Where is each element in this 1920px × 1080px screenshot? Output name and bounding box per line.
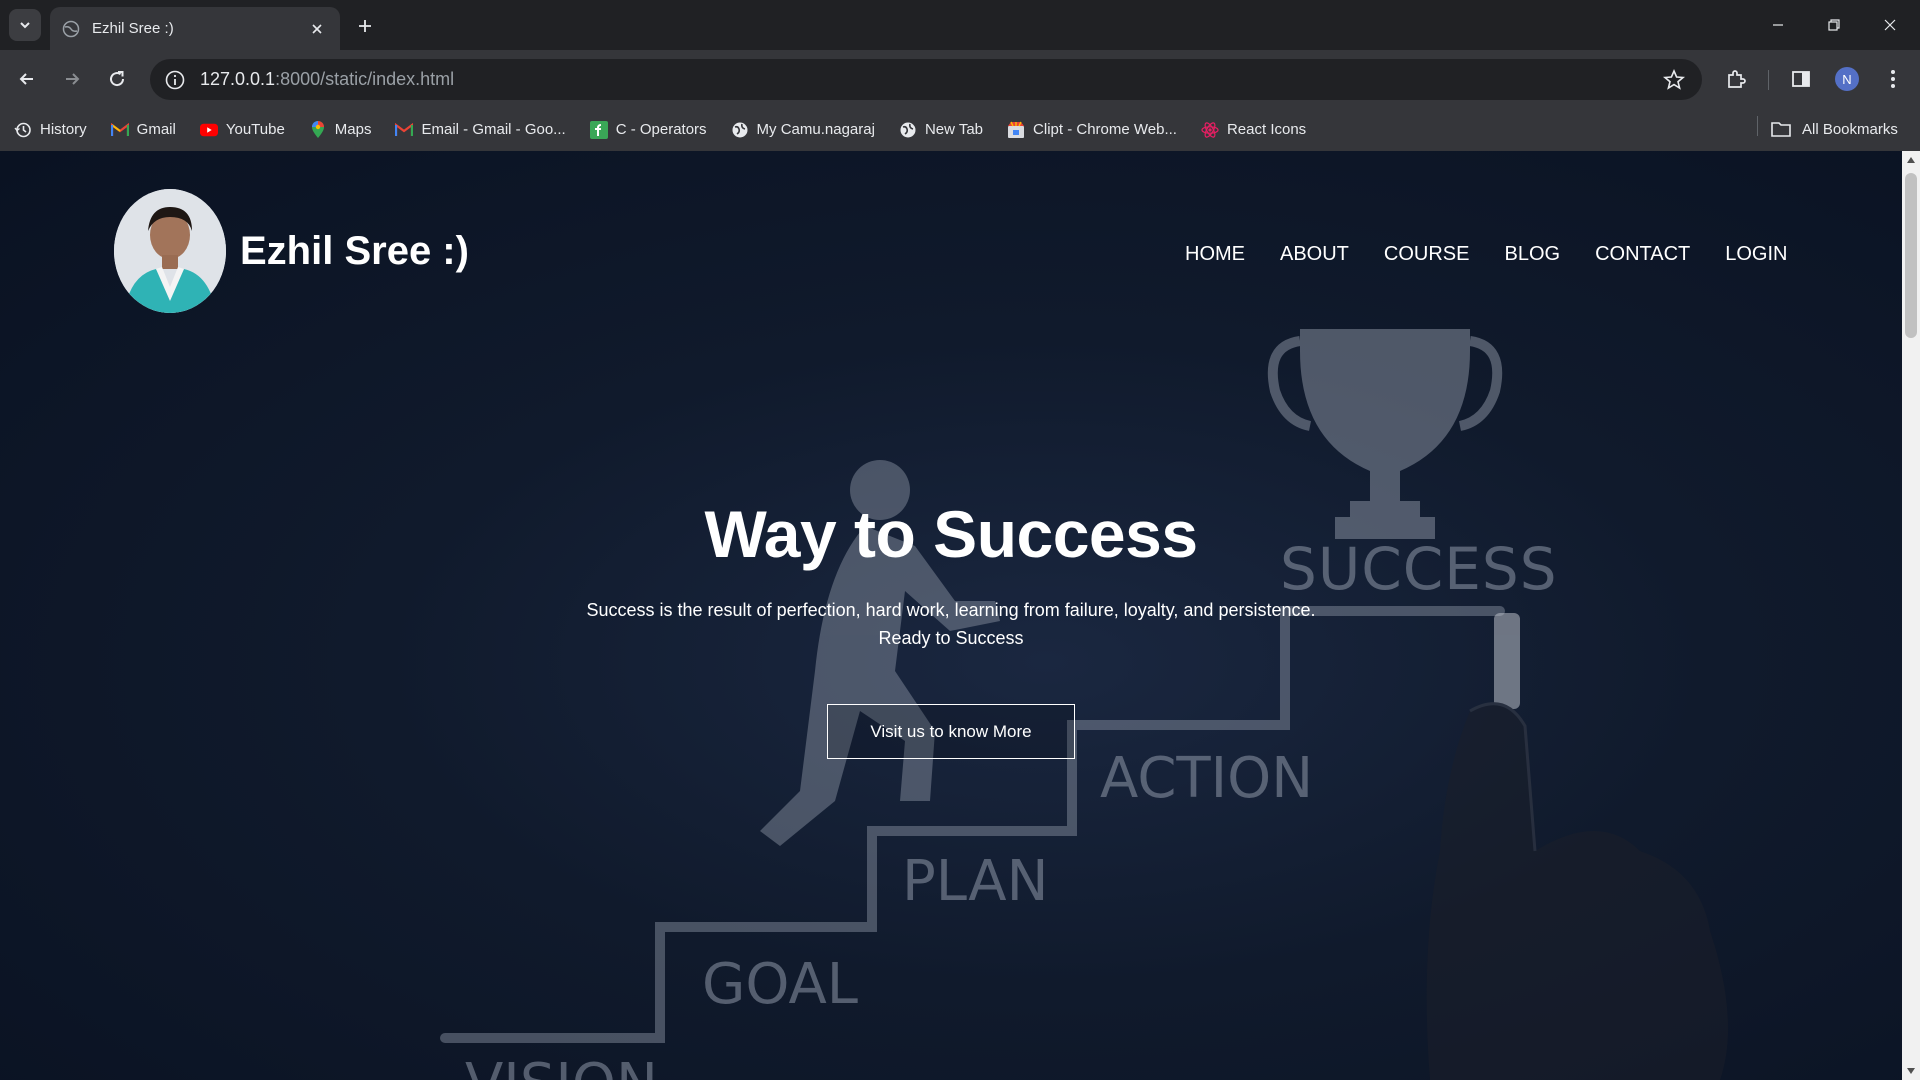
brand-logo-avatar <box>114 189 226 313</box>
operators-icon <box>589 120 608 139</box>
back-button[interactable] <box>10 62 44 96</box>
maps-icon <box>309 120 327 139</box>
url-text: 127.0.0.1:8000/static/index.html <box>200 69 454 90</box>
bookmark-label: Gmail <box>136 121 176 138</box>
tab-search-button[interactable] <box>9 9 41 41</box>
bookmark-react-icons[interactable]: React Icons <box>1191 115 1316 145</box>
bookmark-new-tab[interactable]: New Tab <box>889 115 993 145</box>
hero-description-line-2: Ready to Success <box>878 628 1024 648</box>
close-window-button[interactable] <box>1870 8 1910 42</box>
browser-toolbar: 127.0.0.1:8000/static/index.html N <box>0 50 1920 108</box>
globe-icon <box>62 20 80 38</box>
scroll-up-arrow-icon[interactable] <box>1907 157 1915 163</box>
chalk-word-plan: PLAN <box>902 849 1048 914</box>
visit-more-button[interactable]: Visit us to know More <box>827 704 1075 759</box>
all-bookmarks-button[interactable]: All Bookmarks <box>1770 114 1898 144</box>
url-path: :8000/static/index.html <box>275 69 455 89</box>
minimize-icon <box>1773 24 1783 26</box>
site-brand[interactable]: Ezhil Sree :) <box>114 189 469 313</box>
scroll-down-arrow-icon[interactable] <box>1907 1068 1915 1074</box>
nav-link-blog[interactable]: BLOG <box>1504 243 1560 266</box>
bookmark-history[interactable]: History <box>4 115 97 145</box>
bookmark-label: C - Operators <box>615 121 707 138</box>
hero-description-line-1: Success is the result of perfection, har… <box>586 600 1316 620</box>
chalk-word-vision: VISION <box>465 1052 658 1080</box>
reload-icon <box>110 71 125 87</box>
bookmarks-bar: History Gmail YouTube Maps Email - Gmail… <box>0 108 1920 151</box>
bookmark-label: New Tab <box>924 121 984 138</box>
bookmark-c-operators[interactable]: C - Operators <box>580 115 717 145</box>
arrow-right-icon <box>66 73 80 85</box>
browser-tab[interactable]: Ezhil Sree :) <box>50 7 340 50</box>
tab-title: Ezhil Sree :) <box>92 20 174 37</box>
forward-button[interactable] <box>55 62 89 96</box>
bookmark-label: Clipt - Chrome Web... <box>1033 121 1177 138</box>
folder-icon <box>1770 120 1792 138</box>
main-navigation: HOME ABOUT COURSE BLOG CONTACT LOGIN <box>1185 243 1823 266</box>
globe-icon <box>899 121 917 139</box>
youtube-icon <box>199 121 218 139</box>
nav-link-home[interactable]: HOME <box>1185 243 1245 266</box>
new-tab-button[interactable] <box>350 11 380 41</box>
bookmarks-divider <box>1757 116 1758 136</box>
restore-icon <box>1828 19 1840 31</box>
gmail-icon <box>110 121 129 139</box>
browser-menu-button[interactable] <box>1876 62 1910 96</box>
reload-button[interactable] <box>100 62 134 96</box>
bookmark-label: My Camu.nagaraj <box>756 121 875 138</box>
history-icon <box>14 121 32 139</box>
nav-link-about[interactable]: ABOUT <box>1280 243 1349 266</box>
bookmark-youtube[interactable]: YouTube <box>190 115 295 145</box>
profile-avatar: N <box>1835 67 1859 91</box>
bookmark-label: History <box>40 121 87 138</box>
bookmark-label: YouTube <box>225 121 285 138</box>
arrow-left-icon <box>19 73 33 85</box>
bookmark-label: React Icons <box>1226 121 1307 138</box>
toolbar-divider <box>1768 70 1769 90</box>
hero-description: Success is the result of perfection, har… <box>0 596 1902 652</box>
close-icon[interactable] <box>306 18 328 40</box>
plus-icon <box>359 20 371 32</box>
profile-button[interactable]: N <box>1830 62 1864 96</box>
page-scrollbar[interactable] <box>1902 151 1920 1080</box>
kebab-menu-icon <box>1891 70 1895 88</box>
bookmark-gmail[interactable]: Gmail <box>101 115 186 145</box>
bookmark-email-gmail[interactable]: Email - Gmail - Goo... <box>385 115 575 145</box>
close-icon <box>1884 19 1896 31</box>
all-bookmarks-label: All Bookmarks <box>1802 120 1898 138</box>
react-icon <box>1201 121 1219 139</box>
globe-icon <box>731 121 749 139</box>
page-viewport: SUCCESS ACTION PLAN GOAL VISION <box>0 151 1902 1080</box>
bookmark-clipt[interactable]: Clipt - Chrome Web... <box>997 115 1187 145</box>
address-bar[interactable]: 127.0.0.1:8000/static/index.html <box>150 59 1702 100</box>
puzzle-icon <box>1728 70 1746 88</box>
url-host: 127.0.0.1 <box>200 69 276 89</box>
bookmark-my-camu[interactable]: My Camu.nagaraj <box>721 115 885 145</box>
site-info-icon[interactable] <box>164 69 186 91</box>
side-panel-button[interactable] <box>1784 62 1818 96</box>
chalk-word-goal: GOAL <box>702 952 858 1017</box>
bookmark-label: Maps <box>334 121 372 138</box>
minimize-button[interactable] <box>1758 8 1798 42</box>
gmail-icon <box>395 121 414 139</box>
hero-section: Way to Success Success is the result of … <box>0 496 1902 759</box>
nav-link-login[interactable]: LOGIN <box>1725 243 1787 266</box>
browser-chrome: Ezhil Sree :) 127.0.0.1:8000/static/inde… <box>0 0 1920 151</box>
chevron-down-icon <box>20 22 30 29</box>
nav-link-contact[interactable]: CONTACT <box>1595 243 1690 266</box>
tab-strip: Ezhil Sree :) <box>0 0 1920 50</box>
clipt-icon <box>1007 121 1025 139</box>
hero-title: Way to Success <box>704 497 1198 571</box>
scrollbar-thumb[interactable] <box>1905 173 1917 338</box>
bookmark-label: Email - Gmail - Goo... <box>421 121 566 138</box>
restore-button[interactable] <box>1814 8 1854 42</box>
brand-name: Ezhil Sree :) <box>240 228 469 273</box>
side-panel-icon <box>1792 71 1810 87</box>
bookmark-maps[interactable]: Maps <box>299 115 382 145</box>
nav-link-course[interactable]: COURSE <box>1384 243 1470 266</box>
extensions-button[interactable] <box>1719 62 1753 96</box>
bookmark-star-icon[interactable] <box>1662 68 1686 92</box>
